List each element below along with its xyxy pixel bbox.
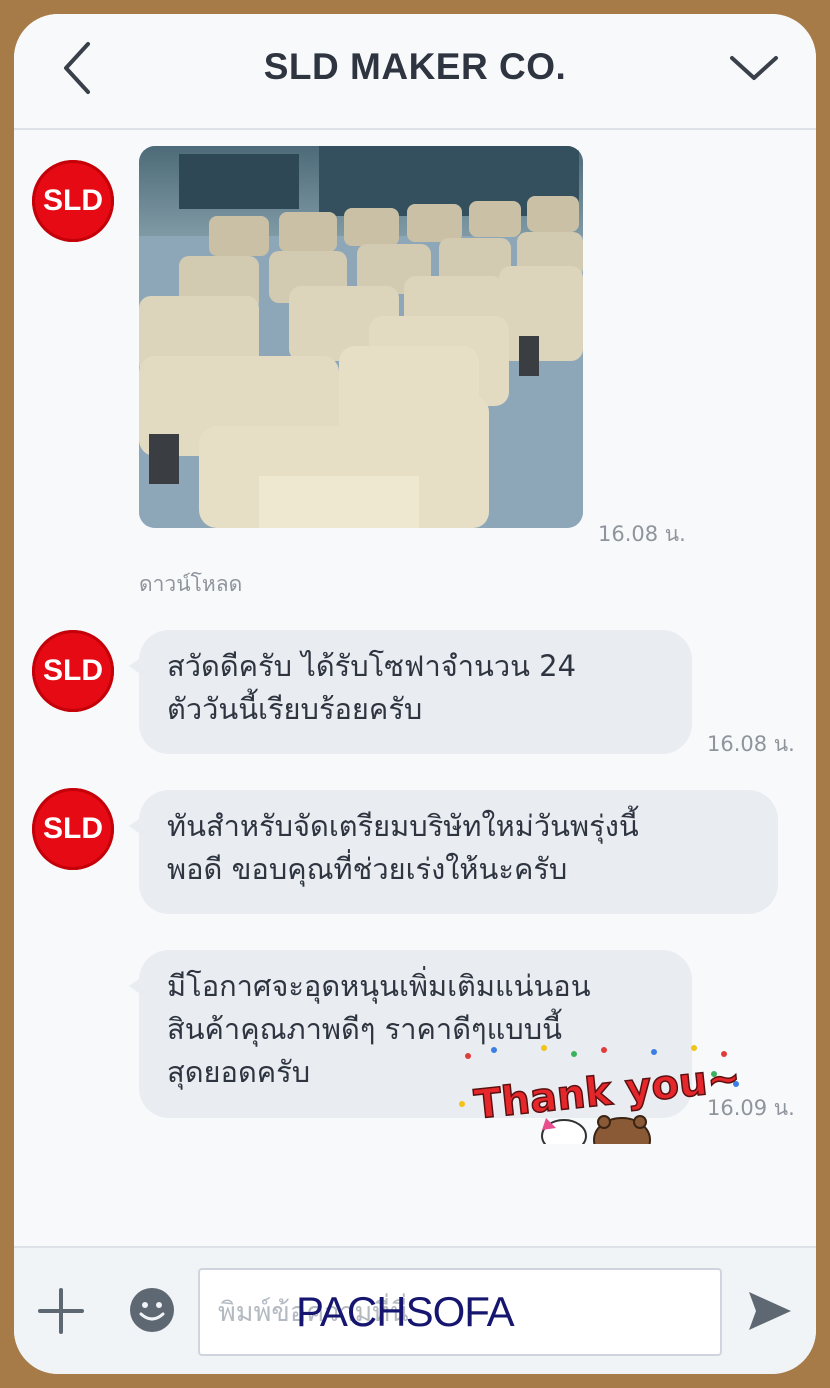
message-line: สวัดดีครับ ได้รับโซฟาจำนวน 24 bbox=[167, 649, 577, 683]
emoji-button[interactable] bbox=[128, 1286, 176, 1334]
message-line: มีโอกาศจะอุดหนุนเพิ่มเติมแน่นอน bbox=[167, 969, 591, 1003]
send-icon bbox=[749, 1292, 791, 1330]
chevron-down-icon bbox=[730, 56, 778, 80]
timestamp: 16.08 น. bbox=[707, 732, 795, 756]
menu-toggle-button[interactable] bbox=[726, 48, 782, 88]
message-line: ทันสำหรับจัดเตรียมบริษัทใหม่วันพรุ่งนี้ bbox=[167, 809, 639, 843]
plus-icon bbox=[38, 1288, 84, 1334]
avatar[interactable]: SLD bbox=[32, 630, 114, 712]
sofa-image bbox=[139, 146, 583, 528]
phone-frame: SLD MAKER CO. SLD 16.08 น. ดาวน์โหลด SLD… bbox=[14, 14, 816, 1374]
message-line: ตัววันนี้เรียบร้อยครับ bbox=[167, 692, 423, 726]
message-bubble[interactable]: ทันสำหรับจัดเตรียมบริษัทใหม่วันพรุ่งนี้ … bbox=[129, 790, 778, 914]
message-line: พอดี ขอบคุณที่ช่วยเร่งให้นะครับ bbox=[167, 852, 568, 886]
thank-you-sticker[interactable]: Thank you~ bbox=[454, 1044, 744, 1184]
message-bubble[interactable]: สวัดดีครับ ได้รับโซฟาจำนวน 24 ตัววันนี้เ… bbox=[129, 630, 692, 754]
chat-title: SLD MAKER CO. bbox=[263, 46, 567, 87]
timestamp: 16.08 น. bbox=[598, 522, 686, 546]
message-input-bar bbox=[14, 1246, 816, 1374]
sticker-icon: Thank you~ bbox=[459, 1045, 744, 1163]
avatar[interactable]: SLD bbox=[32, 788, 114, 870]
message-input-box[interactable] bbox=[198, 1268, 722, 1356]
chat-header: SLD MAKER CO. bbox=[14, 14, 816, 130]
emoji-icon bbox=[130, 1288, 174, 1332]
download-link[interactable]: ดาวน์โหลด bbox=[139, 568, 242, 601]
add-attachment-button[interactable] bbox=[36, 1286, 86, 1336]
sofa-photo[interactable] bbox=[139, 146, 583, 528]
message-input[interactable] bbox=[200, 1270, 720, 1354]
send-button[interactable] bbox=[746, 1288, 794, 1334]
avatar[interactable]: SLD bbox=[32, 160, 114, 242]
